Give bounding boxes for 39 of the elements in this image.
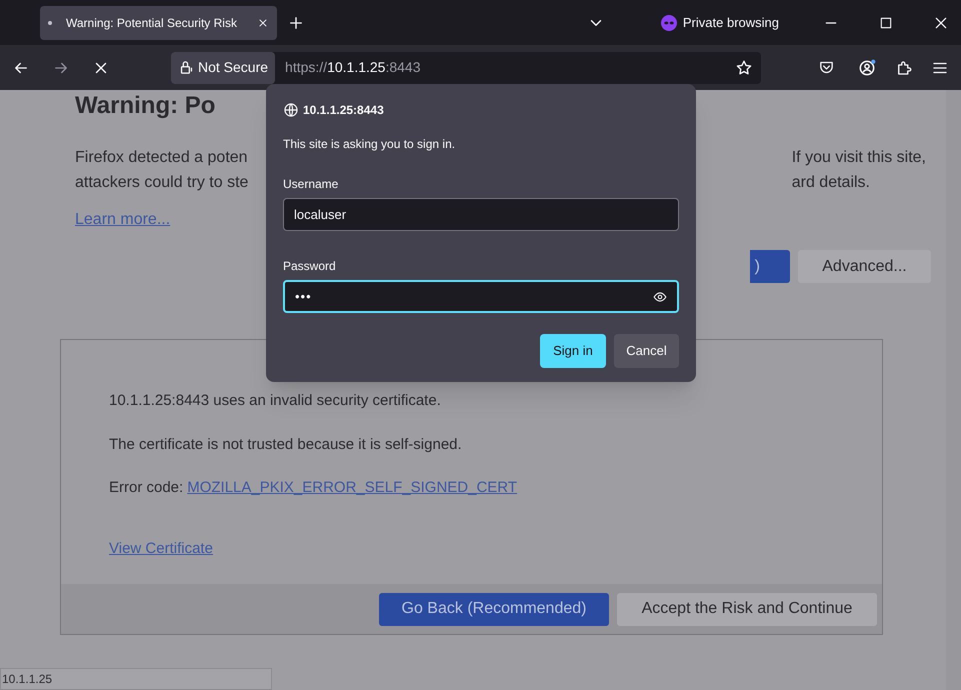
- page-heading: Warning: Po: [75, 92, 216, 120]
- account-icon[interactable]: [857, 58, 877, 78]
- password-field[interactable]: •••: [283, 280, 679, 313]
- browser-tab[interactable]: Warning: Potential Security Risk: [40, 6, 277, 40]
- private-browsing-label: Private browsing: [682, 14, 779, 32]
- paragraph-text: ard details.: [792, 173, 870, 193]
- close-icon[interactable]: [257, 16, 269, 28]
- details-text: The certificate is not trusted because it is self-signed.: [109, 434, 462, 454]
- globe-icon: [283, 102, 299, 118]
- puzzle-icon[interactable]: [895, 58, 913, 76]
- paragraph-text: Firefox detected a poten: [75, 148, 248, 168]
- dialog-origin: 10.1.1.25:8443: [303, 102, 384, 119]
- dialog-button[interactable]: Cancel: [614, 334, 679, 368]
- status-bar: 10.1.1.25: [0, 668, 272, 690]
- go-back-button[interactable]: ): [750, 250, 790, 283]
- page-button[interactable]: Go Back (Recommended): [379, 592, 609, 626]
- field-label: Password: [283, 258, 336, 275]
- page-button[interactable]: Accept the Risk and Continue: [617, 592, 877, 626]
- close-icon[interactable]: [933, 14, 949, 30]
- tab-title: Warning: Potential Security Risk: [66, 14, 238, 32]
- mask-icon: [660, 14, 677, 30]
- address-bar[interactable]: Not Secure https://10.1.1.25:8443: [171, 52, 761, 84]
- paragraph-text: If you visit this site,: [792, 148, 926, 168]
- eye-icon[interactable]: [653, 290, 667, 304]
- pocket-icon[interactable]: [818, 59, 835, 76]
- dialog-message: This site is asking you to sign in.: [283, 136, 456, 153]
- advanced-button[interactable]: Advanced...: [798, 250, 931, 283]
- input-field[interactable]: localuser: [283, 198, 679, 231]
- not-secure-button[interactable]: Not Secure: [171, 52, 276, 84]
- star-icon[interactable]: [735, 58, 753, 76]
- field-label: Username: [283, 176, 338, 193]
- details-text: 10.1.1.25:8443 uses an invalid security certificate.: [109, 391, 441, 411]
- lock-warning-icon: [178, 59, 195, 76]
- dialog-button[interactable]: Sign in: [540, 334, 606, 368]
- paragraph-text: attackers could try to ste: [75, 173, 248, 193]
- maximize-icon[interactable]: [879, 16, 893, 30]
- error-code-label: Error code:: [109, 478, 184, 498]
- scrollbar[interactable]: [946, 90, 961, 690]
- url-text: https://10.1.1.25:8443: [285, 58, 421, 77]
